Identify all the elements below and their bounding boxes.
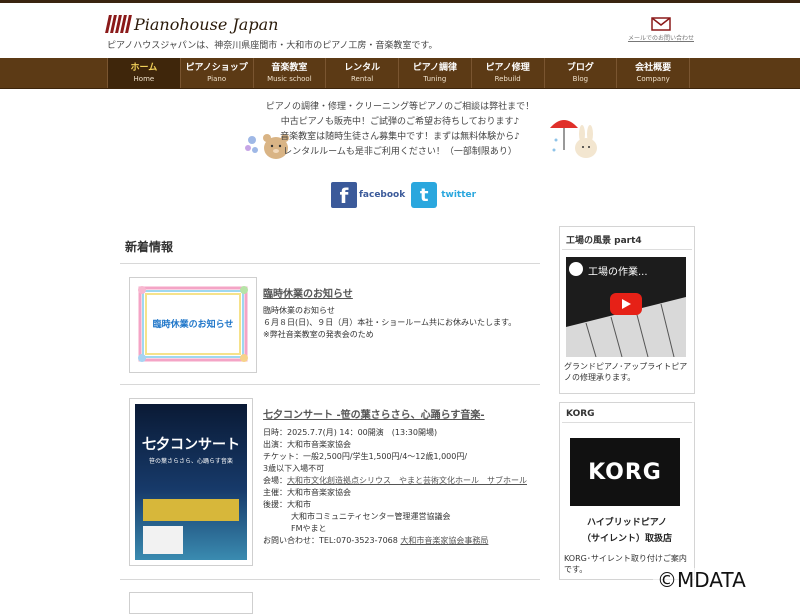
news-thumbnail[interactable] [129, 592, 253, 614]
nav-sublabel: Rental [350, 74, 374, 83]
event-performer: 出演：大和市音楽家協会 [263, 440, 351, 449]
banner-line: 音楽教室は随時生徒さん募集中です！まずは無料体験から♪ [280, 132, 520, 142]
event-support: 大和市コミュニティセンター管理運営協議会 [291, 512, 451, 521]
concert-poster[interactable]: 七夕コンサート 笹の葉さらさら、心踊らす音楽 [129, 398, 253, 566]
event-contact: お問い合わせ：TEL:070-3523-7068 大和市音楽家協会事務局 [263, 535, 528, 547]
bunny-umbrella-illustration-icon [550, 120, 597, 158]
sidebar-title: KORG [562, 403, 692, 423]
nav-sublabel: Tuning [423, 74, 447, 83]
nav-music-school[interactable]: 音楽教室 Music school [252, 58, 326, 88]
korg-sub-line: （サイレント）取扱店 [581, 534, 672, 544]
sidebar-korg: KORG KORG ハイブリッドピアノ （サイレント）取扱店 KORG･サイレン… [559, 402, 695, 580]
news-title-link[interactable]: 七夕コンサート -笹の葉さらさら、心踊らす音楽- [263, 406, 485, 421]
nav-label: レンタル [344, 62, 381, 73]
twitter-icon[interactable]: t [411, 182, 438, 208]
nav-label: 会社概要 [635, 62, 672, 73]
banner-line: ピアノの調律・修理・クリーニング等ピアノのご相談は弊社まで！ [265, 102, 535, 112]
poster-title: 七夕コンサート [142, 437, 240, 453]
news-body: 臨時休業のお知らせ ６月８日(日)、９日（月）本社・ショールーム共にお休みいたし… [263, 305, 516, 341]
header: Pianohouse Japan ピアノハウスジャパンは、神奈川県座間市・大和市… [0, 3, 800, 58]
site-logo[interactable]: Pianohouse Japan [105, 13, 279, 35]
contact-label: お問い合わせ：TEL:070-3523-7068 [263, 536, 398, 545]
copyright-watermark: ©MDATA [653, 568, 750, 592]
korg-logo[interactable]: KORG [570, 438, 680, 506]
event-venue: 会場：大和市文化創造拠点シリウス やまと芸術文化ホール サブホール [263, 475, 528, 487]
piano-keys-icon [105, 15, 132, 33]
event-ticket-note: 3歳以下入場不可 [263, 464, 325, 473]
nav-sublabel: Rebuild [494, 74, 521, 83]
sidebar-caption: グランドピアノ･アップライトピアノの修理承ります。 [564, 362, 688, 382]
event-support: FMやまと [291, 524, 327, 533]
venue-link[interactable]: 大和市文化創造拠点シリウス やまと芸術文化ホール サブホール [287, 476, 527, 485]
news-title-link[interactable]: 臨時休業のお知らせ [263, 285, 353, 300]
contact-link[interactable]: 大和市音楽家協会事務局 [400, 536, 488, 545]
event-date: 日時：2025.7.7(月) 14：00開演 (13:30開場) [263, 428, 438, 437]
thumb-text: 臨時休業のお知らせ [152, 320, 234, 330]
factory-video[interactable]: 工場の作業... [566, 257, 686, 357]
news-line: ※弊社音楽教室の発表会のため [263, 330, 374, 339]
divider [120, 263, 540, 264]
facebook-icon[interactable]: f [331, 182, 357, 208]
sidebar-title: 工場の風景 part4 [562, 227, 692, 250]
twitter-link[interactable]: twitter [441, 190, 476, 200]
banner-text: ピアノの調律・修理・クリーニング等ピアノのご相談は弊社まで！ 中古ピアノも販売中… [250, 100, 550, 160]
banner-line: 中古ピアノも販売中！ご試弾のご希望お待ちしております♪ [280, 117, 520, 127]
nav-label: 音楽教室 [271, 62, 308, 73]
nav-piano[interactable]: ピアノショップ Piano [179, 58, 253, 88]
news-heading: 新着情報 [125, 240, 174, 254]
nav-sublabel: Company [636, 74, 670, 83]
nav-sublabel: Blog [572, 74, 589, 83]
event-support: 後援：大和市 [263, 500, 311, 509]
divider [120, 384, 540, 385]
event-organizer: 主催：大和市音楽家協会 [263, 488, 351, 497]
news-body: 日時：2025.7.7(月) 14：00開演 (13:30開場) 出演：大和市音… [263, 427, 528, 547]
sidebar-factory: 工場の風景 part4 工場の作業... グランドピアノ･アップライトピアノの修… [559, 226, 695, 394]
divider [120, 579, 540, 580]
korg-subtitle: ハイブリッドピアノ （サイレント）取扱店 [564, 515, 690, 547]
news-thumbnail[interactable]: 臨時休業のお知らせ [129, 277, 257, 373]
global-nav: ホーム Home ピアノショップ Piano 音楽教室 Music school レン… [0, 58, 800, 89]
nav-sublabel: Home [133, 74, 155, 83]
poster-map [143, 526, 183, 554]
nav-sublabel: Music school [267, 74, 312, 83]
poster-date-band [143, 499, 239, 521]
video-title: 工場の作業... [588, 267, 648, 278]
nav-label: ブログ [566, 62, 594, 73]
mail-contact-link[interactable]: メールでのお問い合わせ [626, 17, 696, 42]
news-line: ６月８日(日)、９日（月）本社・ショールーム共にお休みいたします。 [263, 318, 517, 327]
tagline: ピアノハウスジャパンは、神奈川県座間市・大和市のピアノ工房・音楽教室です。 [107, 41, 438, 51]
play-icon[interactable] [610, 293, 642, 315]
poster-image: 七夕コンサート 笹の葉さらさら、心踊らす音楽 [135, 404, 247, 560]
nav-home[interactable]: ホーム Home [107, 58, 180, 88]
nav-tuning[interactable]: ピアノ調律 Tuning [398, 58, 471, 88]
social-links: f facebook t twitter [331, 182, 476, 208]
nav-company[interactable]: 会社概要 Company [616, 58, 690, 88]
nav-label: ホーム [130, 62, 158, 73]
envelope-icon [651, 17, 671, 31]
korg-sub-line: ハイブリッドピアノ [586, 518, 667, 528]
news-line: 臨時休業のお知らせ [263, 306, 335, 315]
banner-line: レンタルルームも是非ご利用ください！（一部制限あり） [283, 147, 517, 157]
info-banner: ピアノの調律・修理・クリーニング等ピアノのご相談は弊社まで！ 中古ピアノも販売中… [200, 96, 600, 166]
venue-label: 会場： [263, 476, 287, 485]
nav-blog[interactable]: ブログ Blog [543, 58, 617, 88]
nav-rental[interactable]: レンタル Rental [325, 58, 398, 88]
nav-label: ピアノ修理 [485, 62, 530, 73]
facebook-link[interactable]: facebook [359, 190, 405, 200]
nav-rebuild[interactable]: ピアノ修理 Rebuild [470, 58, 544, 88]
poster-subtitle: 笹の葉さらさら、心踊らす音楽 [149, 458, 233, 465]
nav-label: ピアノ調律 [412, 62, 457, 73]
nav-label: ピアノショップ [185, 62, 248, 73]
nav-sublabel: Piano [207, 74, 227, 83]
logo-text: Pianohouse Japan [134, 14, 279, 34]
mail-label: メールでのお問い合わせ [627, 35, 694, 42]
event-ticket: チケット：一般2,500円/学生1,500円/4～12歳1,000円/ [263, 452, 468, 461]
